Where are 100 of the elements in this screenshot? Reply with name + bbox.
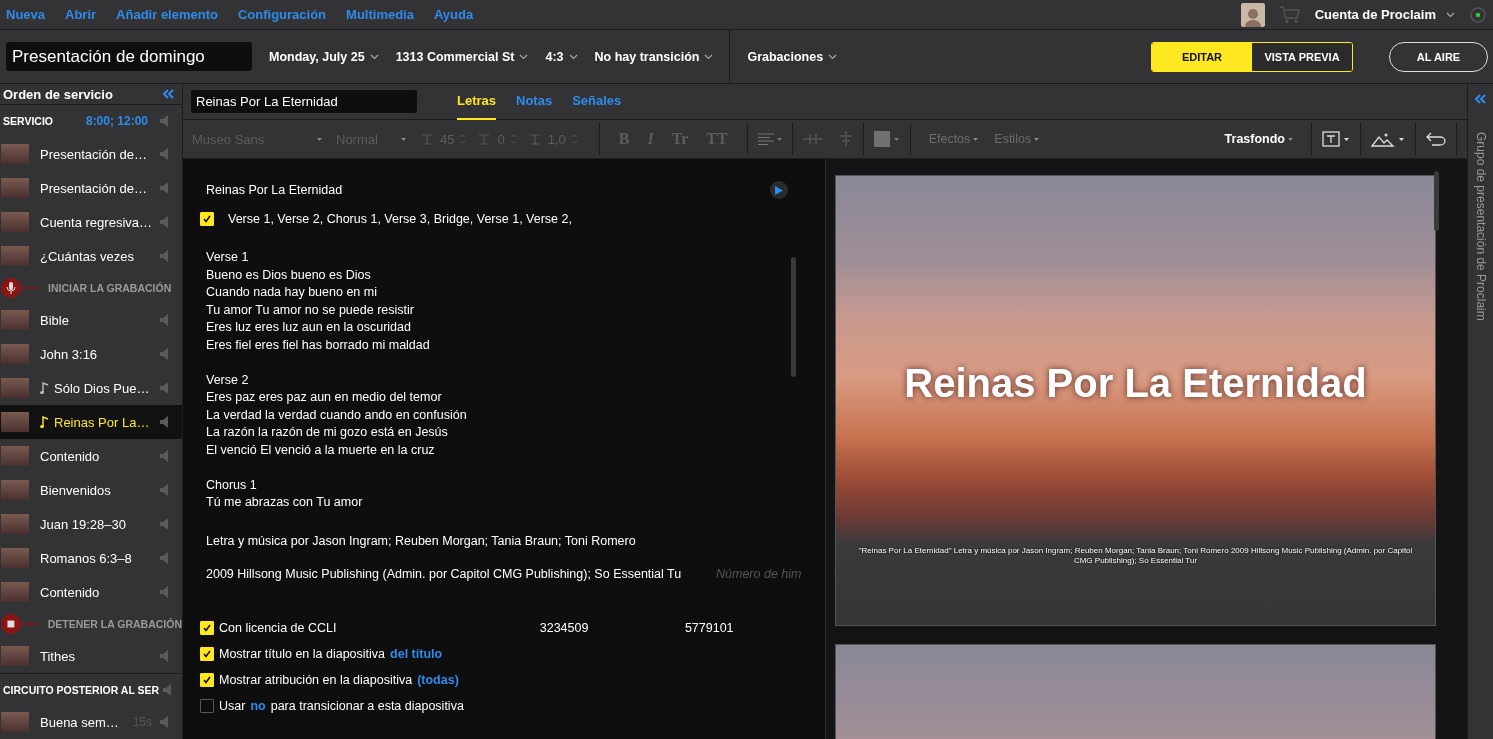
thumbnail-placeholder [1,548,29,568]
collapse-icon[interactable] [163,89,174,99]
service-item[interactable]: Juan 19:28–30 [0,507,182,541]
speaker-icon[interactable] [160,382,168,394]
cart-icon[interactable] [1278,5,1301,24]
distribute-horizontal-icon[interactable] [802,132,823,146]
mode-toggle[interactable]: EDITAR [1152,42,1252,71]
speaker-icon[interactable] [160,416,168,428]
service-item[interactable]: Contenido [0,575,182,609]
thumbnail-placeholder [1,514,29,534]
speaker-icon[interactable] [160,716,168,728]
dropdown[interactable]: 4:3 [545,49,578,64]
thumbnail-placeholder [1,446,29,466]
service-item[interactable]: Bible [0,303,182,337]
presentation-title-field[interactable]: Presentación de domingo [6,42,252,71]
account-menu[interactable]: Cuenta de Proclaim [1314,7,1455,22]
speaker-icon[interactable] [160,586,168,598]
color-swatch-icon[interactable] [873,131,900,147]
dropdown-arrow-icon [1034,137,1040,141]
speaker-icon[interactable] [160,148,168,160]
recordings-dropdown[interactable]: Grabaciones [747,49,838,64]
service-item[interactable]: Bienvenidos [0,473,182,507]
scrollbar-thumb[interactable] [1434,171,1439,231]
slide-preview[interactable] [835,175,1436,626]
speaker-icon[interactable] [160,518,168,530]
speaker-icon[interactable] [163,683,172,696]
text-box-icon[interactable] [1322,131,1350,147]
service-item[interactable]: Contenido [0,439,182,473]
dropdown[interactable]: No hay transición [594,49,714,64]
service-item[interactable]: Presentación de… [0,137,182,171]
dropdown-arrow-icon [973,137,979,141]
thumbnail-placeholder [1,582,29,602]
thumbnail-placeholder [1,712,29,732]
dropdown[interactable]: Monday, July 25 [269,49,379,64]
service-times[interactable]: 8:00; 12:00 [85,114,148,128]
sync-status-icon [1469,5,1487,24]
menu-item[interactable]: Ayuda [433,7,474,22]
menu-item[interactable]: Multimedia [346,7,414,22]
option-label: Usar [219,698,246,713]
speaker-icon[interactable] [160,115,168,127]
service-item[interactable]: ¿Cuántas vezes [0,239,182,273]
mode-toggle[interactable]: VISTA PREVIA [1252,42,1352,71]
menu-item[interactable]: Nueva [6,7,46,22]
play-icon [775,185,783,195]
menu-item[interactable]: Añadir elemento [116,7,218,22]
speaker-icon[interactable] [160,450,168,462]
service-item[interactable]: Tithes [0,639,182,673]
distribute-vertical-icon[interactable] [838,131,853,147]
service-item[interactable]: Presentación de… [0,171,182,205]
service-item[interactable]: John 3:16 [0,337,182,371]
spinner-icon[interactable] [460,134,466,144]
microphone-marker-icon[interactable] [0,277,40,299]
speaker-icon[interactable] [160,484,168,496]
speaker-icon[interactable] [160,216,168,228]
scrollbar-thumb[interactable] [791,257,796,377]
service-item[interactable]: Sólo Dios Pue… [0,371,182,405]
spinner-icon[interactable] [510,134,516,144]
speaker-icon[interactable] [160,182,168,194]
tab[interactable]: Notas [516,83,553,120]
lyrics-editor[interactable]: Verse 1 Bueno es Dios bueno es Dios Cuando nada hay bueno en mi Tu amor Tu amor no se puede resistir Eres luz eres luz aun en la oscuridad Eres fiel eres fiel has borrado mi maldad Verse 2 Eres paz eres paz aun en medio del temor La verdad la verdad cuando ando en confusión La razón la razón de mi gozo está en Jesús El venció El venció a la muerte en la cruz Chorus 1 Tú me abrazas con Tu amor [206,249,791,511]
collapse-icon[interactable] [1475,94,1486,104]
menu-item[interactable]: Configuración [237,7,327,22]
thumbnail-placeholder [1,212,29,232]
service-item[interactable]: Reinas Por La… [0,405,182,439]
side-panel-title[interactable]: Grupo de presentación de Proclaim [1473,132,1488,321]
menu-item[interactable]: Abrir [65,7,97,22]
tab[interactable]: Letras [457,83,497,120]
stop-marker-icon[interactable] [0,613,40,635]
option-link[interactable]: del título [390,646,443,661]
item-title-field[interactable]: Reinas Por La Eternidad [191,90,417,113]
undo-icon[interactable] [1426,132,1446,146]
option-link[interactable]: (todas) [417,672,459,687]
speaker-icon[interactable] [160,250,168,262]
speaker-icon[interactable] [160,650,168,662]
image-icon[interactable] [1371,131,1405,147]
dropdown[interactable]: 1313 Commercial St [395,49,529,64]
dropdown-arrow-icon [401,137,406,141]
option-label: Mostrar título en la diapositiva [219,646,386,661]
checkbox[interactable] [200,698,214,713]
service-item[interactable]: Romanos 6:3–8 [0,541,182,575]
recording-marker-label: INICIAR LA GRABACIÓN [48,282,172,294]
speaker-icon[interactable] [160,314,168,326]
toolbar-menu[interactable]: Trasfondo [1224,132,1293,146]
dropdown-arrow-icon [317,137,322,141]
chevron-down-icon [704,53,714,60]
avatar[interactable] [1240,2,1265,27]
speaker-icon[interactable] [160,552,168,564]
align-icon[interactable] [757,133,782,145]
chevron-down-icon [519,53,529,60]
license-number: 3234509 [539,620,590,635]
hymn-number-field[interactable]: Número de him [716,567,808,581]
service-item[interactable]: Cuenta regresiva… [0,205,182,239]
play-button[interactable] [770,181,788,199]
thumbnail-placeholder [1,344,29,364]
tab[interactable]: Señales [572,83,622,120]
option-link[interactable]: no [250,698,266,713]
spinner-icon[interactable] [571,134,577,144]
chevron-down-icon [369,53,379,60]
slide-title: Reinas Por La Eternidad [904,361,1367,406]
speaker-icon[interactable] [160,348,168,360]
